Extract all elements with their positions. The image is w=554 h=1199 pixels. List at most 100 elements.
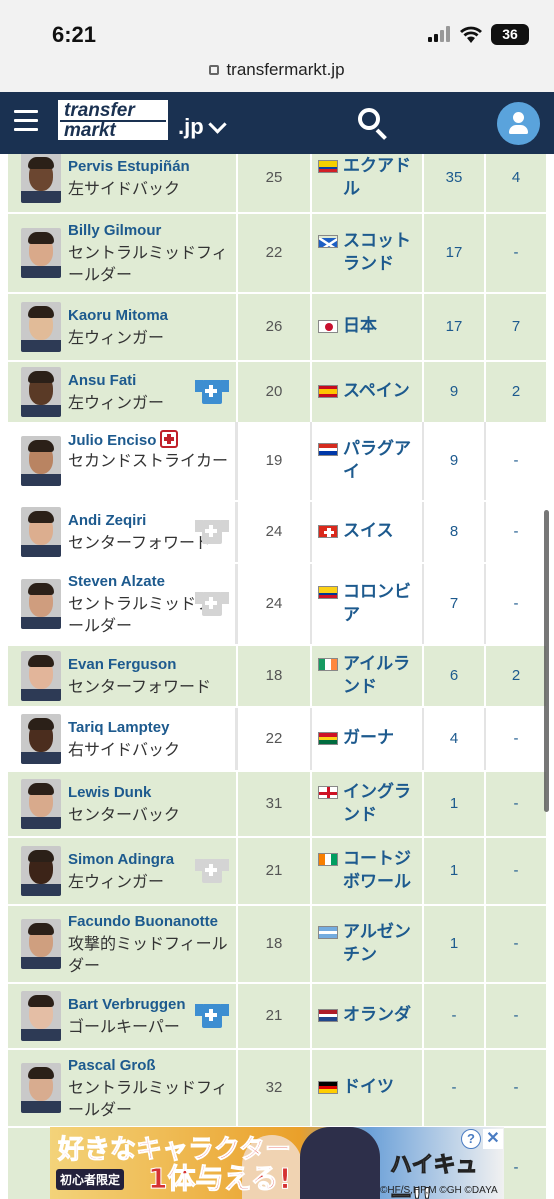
player-name[interactable]: Ansu Fati: [68, 372, 136, 389]
appearances-value[interactable]: 9: [424, 452, 484, 469]
player-cell: Bart Verbruggen ゴールキーパー: [8, 984, 236, 1048]
appearances-value[interactable]: 9: [424, 383, 484, 400]
player-cell: Facundo Buonanotte 攻撃的ミッドフィールダー: [8, 906, 236, 982]
appearances-value[interactable]: 1: [424, 862, 484, 879]
player-photo[interactable]: [21, 302, 61, 352]
loan-shirt-icon[interactable]: [195, 380, 229, 404]
player-name-link[interactable]: Julio Enciso: [68, 430, 179, 449]
ad-copyright: ©HF/S,HP,M ©GH ©DAYA: [380, 1185, 498, 1196]
loan-shirt-icon[interactable]: [195, 520, 229, 544]
player-photo[interactable]: [21, 779, 61, 829]
player-name[interactable]: Andi Zeqiri: [68, 512, 146, 529]
age-cell: 31: [236, 772, 310, 836]
ireland-flag-icon: [318, 658, 338, 671]
appearances-value[interactable]: 17: [424, 318, 484, 335]
player-name[interactable]: Julio Enciso: [68, 432, 156, 449]
player-name[interactable]: Simon Adingra: [68, 851, 174, 868]
player-name[interactable]: Facundo Buonanotte: [68, 913, 218, 930]
appearances-cell: 17: [422, 294, 484, 360]
age-cell: 32: [236, 1050, 310, 1126]
player-photo[interactable]: [21, 714, 61, 764]
appearances-value[interactable]: 35: [424, 169, 484, 186]
player-name[interactable]: Bart Verbruggen: [68, 996, 186, 1013]
menu-icon[interactable]: [14, 110, 38, 132]
player-name[interactable]: Steven Alzate: [68, 573, 165, 590]
player-name-link[interactable]: Lewis Dunk: [68, 784, 151, 801]
player-photo[interactable]: [21, 154, 61, 203]
goals-value[interactable]: 2: [486, 667, 546, 684]
player-photo[interactable]: [21, 846, 61, 896]
goals-cell: 2: [484, 646, 546, 706]
player-cell: Pascal Groß セントラルミッドフィールダー: [8, 1050, 236, 1126]
player-photo[interactable]: [21, 991, 61, 1041]
player-name[interactable]: Pascal Groß: [68, 1057, 156, 1074]
player-name-link[interactable]: Tariq Lamptey: [68, 719, 169, 736]
player-name[interactable]: Lewis Dunk: [68, 784, 151, 801]
player-name-link[interactable]: Evan Ferguson: [68, 656, 176, 673]
player-cell: Lewis Dunk センターバック: [8, 772, 236, 836]
player-name-link[interactable]: Facundo Buonanotte: [68, 913, 218, 930]
appearances-value: -: [451, 1007, 457, 1024]
goals-value[interactable]: 2: [486, 383, 546, 400]
player-position: 右サイドバック: [68, 740, 181, 759]
search-icon[interactable]: [358, 108, 388, 140]
appearances-value[interactable]: 6: [424, 667, 484, 684]
appearances-value[interactable]: 7: [424, 595, 484, 612]
player-name-link[interactable]: Pervis Estupiñán: [68, 158, 190, 175]
goals-value[interactable]: 4: [486, 169, 546, 186]
loan-shirt-icon[interactable]: [195, 859, 229, 883]
player-photo[interactable]: [21, 651, 61, 701]
player-name[interactable]: Tariq Lamptey: [68, 719, 169, 736]
player-photo[interactable]: [21, 228, 61, 278]
player-photo[interactable]: [21, 579, 61, 629]
goals-cell: -: [484, 708, 546, 770]
appearances-value[interactable]: 17: [424, 244, 484, 261]
domain-selector[interactable]: .jp: [178, 114, 204, 140]
goals-cell: -: [484, 906, 546, 982]
user-account-icon[interactable]: [497, 102, 540, 145]
goals-value: -: [513, 452, 519, 469]
table-row: Pascal Groß セントラルミッドフィールダー 32 ドイツ - -: [8, 1050, 546, 1126]
goals-cell: 2: [484, 362, 546, 422]
goals-cell: 4: [484, 154, 546, 212]
player-name[interactable]: Pervis Estupiñán: [68, 158, 190, 175]
player-name-link[interactable]: Andi Zeqiri: [68, 512, 146, 529]
player-name[interactable]: Kaoru Mitoma: [68, 307, 168, 324]
appearances-value[interactable]: 1: [424, 935, 484, 952]
player-photo[interactable]: [21, 436, 61, 486]
player-photo[interactable]: [21, 367, 61, 417]
age-value: 25: [265, 169, 283, 186]
ad-info-icon[interactable]: ?: [461, 1129, 481, 1149]
player-name-link[interactable]: Steven Alzate: [68, 573, 165, 590]
site-logo[interactable]: transfer markt: [58, 100, 168, 140]
appearances-value[interactable]: 4: [424, 730, 484, 747]
player-name-link[interactable]: Ansu Fati: [68, 372, 136, 389]
injury-icon[interactable]: [160, 430, 179, 448]
cellular-signal-icon: [428, 26, 454, 42]
loan-shirt-icon[interactable]: [195, 592, 229, 616]
ad-close-icon[interactable]: ✕: [483, 1129, 503, 1149]
ad-banner[interactable]: 好きなキャラクター 初心者限定 1体与える! ハイキュー!! ©HF/S,HP,…: [50, 1127, 504, 1199]
player-photo[interactable]: [21, 1063, 61, 1113]
table-row: Andi Zeqiri センターフォワード 24 スイス 8 -: [8, 502, 546, 562]
player-name-link[interactable]: Kaoru Mitoma: [68, 307, 168, 324]
table-row: Lewis Dunk センターバック 31 イングランド 1 -: [8, 772, 546, 836]
player-name[interactable]: Evan Ferguson: [68, 656, 176, 673]
loan-shirt-icon[interactable]: [195, 1004, 229, 1028]
player-photo[interactable]: [21, 919, 61, 969]
player-name-link[interactable]: Pascal Groß: [68, 1057, 156, 1074]
player-name-link[interactable]: Simon Adingra: [68, 851, 174, 868]
goals-value[interactable]: 7: [486, 318, 546, 335]
player-name[interactable]: Billy Gilmour: [68, 222, 161, 239]
address-bar[interactable]: transfermarkt.jp: [0, 54, 554, 92]
player-name-link[interactable]: Billy Gilmour: [68, 222, 161, 239]
player-position: 攻撃的ミッドフィールダー: [68, 934, 228, 975]
appearances-value[interactable]: 1: [424, 795, 484, 812]
player-name-link[interactable]: Bart Verbruggen: [68, 996, 186, 1013]
player-photo[interactable]: [21, 507, 61, 557]
chevron-down-icon[interactable]: [208, 115, 227, 134]
appearances-value[interactable]: 8: [424, 523, 484, 540]
player-cell: Evan Ferguson センターフォワード: [8, 646, 236, 706]
argentina-flag-icon: [318, 926, 338, 939]
scrollbar[interactable]: [544, 510, 549, 812]
